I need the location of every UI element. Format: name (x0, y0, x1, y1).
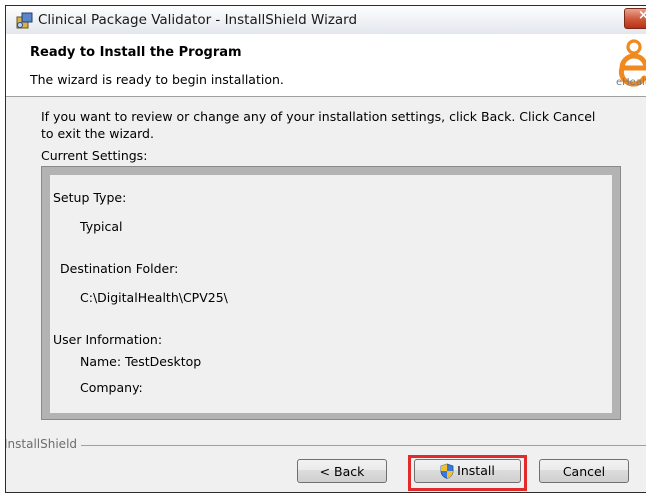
installer-app-icon (16, 12, 33, 29)
window-title: Clinical Package Validator - InstallShie… (38, 12, 358, 28)
install-label: Install (457, 463, 495, 478)
user-information-label: User Information: (53, 332, 163, 347)
close-button[interactable]: × (624, 8, 646, 29)
page-title: Ready to Install the Program (30, 45, 242, 60)
settings-list[interactable]: Setup Type: Typical Destination Folder: … (50, 175, 612, 413)
destination-folder-label: Destination Folder: (60, 261, 179, 276)
page-subtitle: The wizard is ready to begin installatio… (30, 72, 284, 87)
uac-shield-icon (440, 463, 454, 479)
setup-type-label: Setup Type: (53, 190, 127, 205)
footer-divider (6, 445, 646, 446)
logo-text: eHealth (616, 77, 646, 88)
installshield-brand: InstallShield (6, 437, 82, 451)
user-name: Name: TestDesktop (80, 354, 202, 369)
cancel-button[interactable]: Cancel (539, 459, 629, 483)
settings-box: Setup Type: Typical Destination Folder: … (41, 166, 621, 420)
close-icon: × (638, 8, 646, 23)
setup-type-value: Typical (80, 219, 123, 234)
install-button[interactable]: Install (414, 459, 521, 483)
info-text: If you want to review or change any of y… (41, 109, 596, 141)
installer-window: Clinical Package Validator - InstallShie… (5, 5, 646, 493)
destination-folder-value: C:\DigitalHealth\CPV25\ (80, 290, 228, 305)
current-settings-label: Current Settings: (41, 148, 148, 163)
wizard-header: Ready to Install the Program The wizard … (6, 34, 646, 97)
title-bar[interactable]: Clinical Package Validator - InstallShie… (6, 6, 646, 35)
back-button[interactable]: < Back (297, 459, 387, 483)
user-company: Company: (80, 380, 143, 395)
